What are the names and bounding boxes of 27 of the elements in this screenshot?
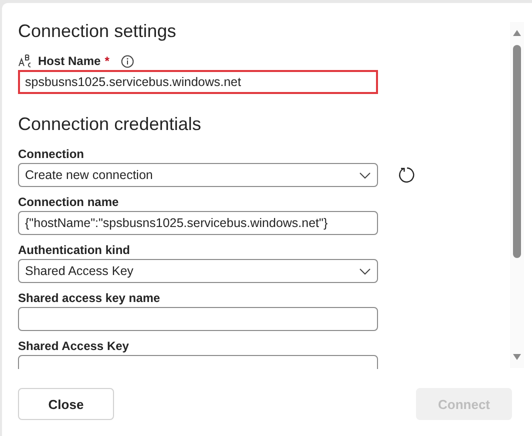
scrollbar-thumb[interactable] (513, 45, 521, 258)
section-title: Connection settings (18, 20, 176, 43)
field-label: Connection name (18, 195, 119, 209)
required-mark: * (104, 54, 110, 68)
input-field[interactable]: spsbusns1025.servicebus.windows.net (18, 70, 378, 94)
close-button[interactable]: Close (18, 388, 114, 420)
info-icon[interactable] (121, 54, 134, 68)
field-label: Connection (18, 147, 84, 161)
dropdown[interactable]: Create new connection (18, 163, 378, 187)
field-value: {"hostName":"spsbusns1025.servicebus.windows.net"} (25, 216, 329, 230)
field-value: Shared Access Key (25, 264, 134, 278)
dropdown[interactable]: Shared Access Key (18, 259, 378, 283)
input-field[interactable]: {"hostName":"spsbusns1025.servicebus.windows.net"} (18, 211, 378, 235)
field-label: Host Name (38, 54, 101, 68)
field-label: Authentication kind (18, 243, 130, 257)
refresh-icon[interactable] (398, 166, 416, 184)
field-value: Create new connection (25, 168, 154, 182)
scroll-down-icon[interactable] (513, 354, 521, 360)
scrollbar[interactable] (510, 22, 524, 368)
section-title: Connection credentials (18, 113, 202, 136)
field-label: Shared Access Key (18, 339, 129, 353)
field-value: spsbusns1025.servicebus.windows.net (25, 75, 242, 89)
chevron-down-icon (359, 268, 371, 274)
field-label: Shared access key name (18, 291, 160, 305)
chevron-down-icon (359, 172, 371, 178)
scroll-up-icon[interactable] (513, 30, 521, 36)
input-field[interactable] (18, 307, 378, 331)
